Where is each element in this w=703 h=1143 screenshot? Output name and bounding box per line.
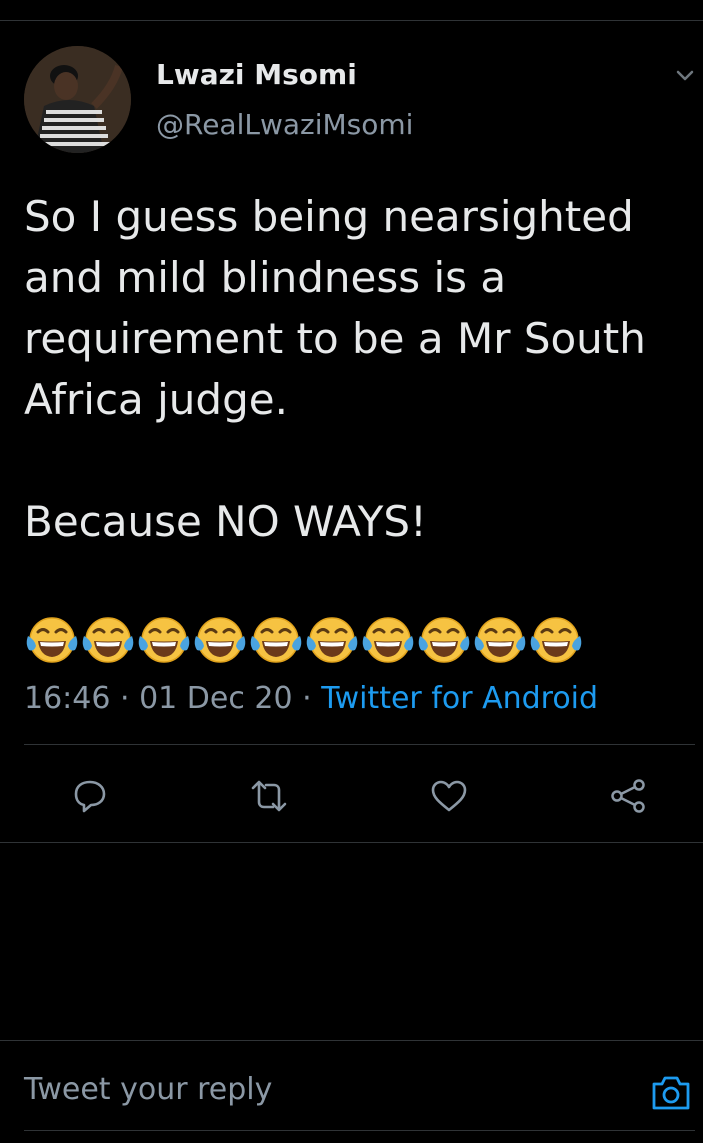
tears-of-joy-emoji <box>474 617 526 663</box>
emoji-row <box>25 614 583 666</box>
tears-of-joy-emoji <box>26 617 78 663</box>
tweet-text-line: Because NO WAYS! <box>24 497 427 546</box>
tears-of-joy-emoji <box>194 617 246 663</box>
reply-underline <box>24 1130 695 1131</box>
tweet-text-line: Africa judge. <box>24 375 288 424</box>
tweet-text-line: So I guess being nearsighted <box>24 192 634 241</box>
tears-of-joy-emoji <box>362 617 414 663</box>
chevron-down-icon[interactable] <box>670 62 700 90</box>
camera-icon[interactable] <box>650 1072 692 1112</box>
like-icon[interactable] <box>429 776 469 816</box>
tears-of-joy-emoji <box>250 617 302 663</box>
tears-of-joy-emoji <box>82 617 134 663</box>
tweet-time: 16:46 <box>24 681 111 716</box>
reply-input[interactable]: Tweet your reply <box>24 1072 272 1107</box>
tweet-meta: 16:46 · 01 Dec 20 · Twitter for Android <box>24 681 598 716</box>
share-icon[interactable] <box>608 776 648 816</box>
tears-of-joy-emoji <box>530 617 582 663</box>
reply-icon[interactable] <box>70 776 110 816</box>
top-divider <box>0 20 703 21</box>
retweet-icon[interactable] <box>249 776 289 816</box>
tweet-date: 01 Dec 20 <box>139 681 293 716</box>
tweet-text: So I guess being nearsighted and mild bl… <box>24 186 684 552</box>
tweet-text-line: requirement to be a Mr South <box>24 314 646 363</box>
author-display-name[interactable]: Lwazi Msomi <box>156 58 357 91</box>
tears-of-joy-emoji <box>418 617 470 663</box>
bottom-divider <box>0 842 703 843</box>
author-handle[interactable]: @RealLwaziMsomi <box>156 108 413 141</box>
tears-of-joy-emoji <box>306 617 358 663</box>
tweet-source-link[interactable]: Twitter for Android <box>321 681 598 716</box>
meta-separator: · <box>302 681 322 716</box>
tweet-text-line: and mild blindness is a <box>24 253 507 302</box>
actions-divider <box>24 744 695 745</box>
avatar-image <box>24 46 131 153</box>
meta-separator: · <box>120 681 140 716</box>
avatar[interactable] <box>24 46 131 153</box>
tears-of-joy-emoji <box>138 617 190 663</box>
